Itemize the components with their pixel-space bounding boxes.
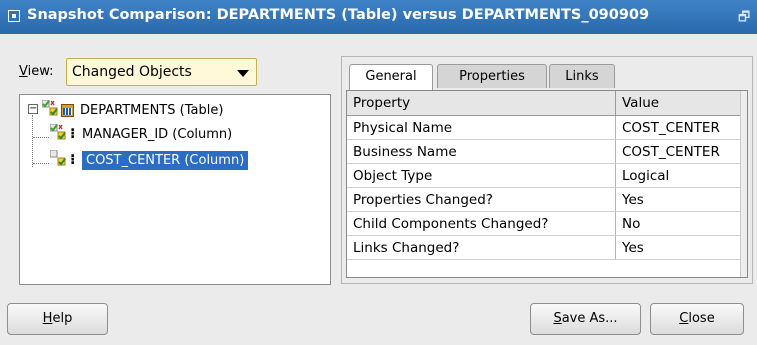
table-row[interactable]: Properties Changed? Yes [347,187,747,212]
property-cell: Physical Name [347,115,616,140]
column-icon: ⁝ [70,126,76,142]
window-icon [8,10,20,22]
value-cell: COST_CENTER [615,139,747,164]
property-cell: Object Type [347,163,616,188]
property-cell: Child Components Changed? [347,211,616,236]
value-cell: No [615,211,747,236]
property-cell: Properties Changed? [347,187,616,212]
tree-connector [32,115,33,167]
table-row[interactable]: Child Components Changed? No [347,211,747,236]
vertical-scrollbar[interactable] [740,91,747,277]
view-label: View: [19,64,54,79]
view-dropdown-value: Changed Objects [72,64,192,80]
table-row[interactable]: Physical Name COST_CENTER [347,115,747,140]
value-cell: Yes [615,235,747,260]
help-button[interactable]: Help [7,303,108,335]
table-row[interactable]: Object Type Logical [347,163,747,188]
table-row[interactable]: Business Name COST_CENTER [347,139,747,164]
value-cell: COST_CENTER [615,115,747,140]
window-title: Snapshot Comparison: DEPARTMENTS (Table)… [27,7,650,23]
property-cell: Business Name [347,139,616,164]
tree-item-label: MANAGER_ID (Column) [82,127,233,142]
object-tree[interactable]: − DEPARTMENTS (Table) ⁝ MANAGER_ID (Colu… [19,94,331,285]
tree-connector [33,137,49,138]
close-button[interactable]: Close [650,303,744,335]
column-header-value[interactable]: Value [615,91,747,116]
changed-status-icon [50,150,66,166]
changed-status-icon [42,100,58,116]
tab-properties[interactable]: Properties [437,64,547,88]
tree-connector [33,163,49,164]
table-header-row: Property Value [347,91,747,116]
tree-item-label: DEPARTMENTS (Table) [80,103,224,118]
property-cell: Links Changed? [347,235,616,260]
value-cell: Logical [615,163,747,188]
tab-general[interactable]: General [349,64,433,90]
changed-status-icon [50,124,66,140]
column-icon: ⁝ [70,152,76,168]
table-row[interactable]: Links Changed? Yes [347,235,747,260]
tree-item-label: COST_CENTER (Column) [82,151,249,170]
restore-icon[interactable]: 🗗 [738,8,752,25]
table-icon [61,104,74,117]
value-cell: Yes [615,187,747,212]
save-as-button[interactable]: Save As... [530,303,641,335]
tab-links[interactable]: Links [549,64,615,88]
chevron-down-icon [237,70,249,77]
column-header-property[interactable]: Property [347,91,616,116]
view-dropdown[interactable]: Changed Objects [66,58,257,86]
title-bar: Snapshot Comparison: DEPARTMENTS (Table)… [0,0,757,34]
property-table: Property Value Physical Name COST_CENTER … [346,90,748,278]
collapse-icon[interactable]: − [28,104,38,114]
